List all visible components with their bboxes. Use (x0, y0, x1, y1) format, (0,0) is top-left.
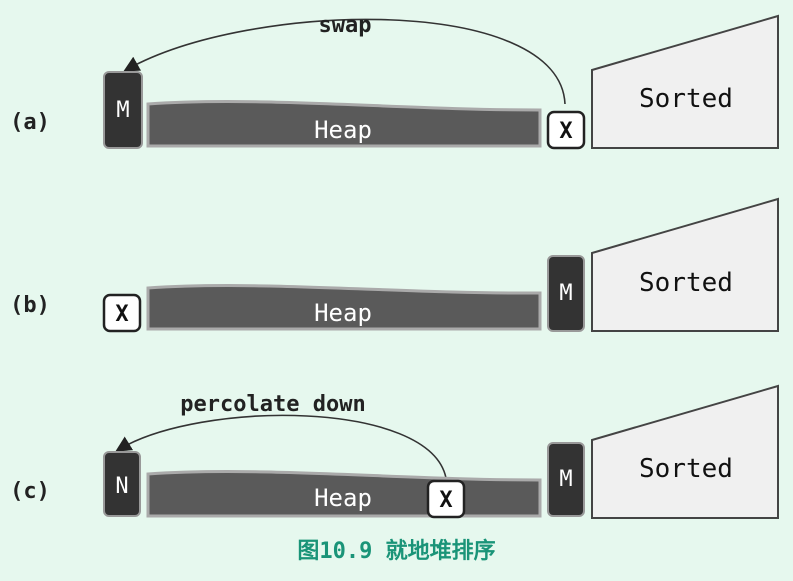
sorted-block-c (591, 384, 779, 519)
swap-note: swap (319, 13, 372, 38)
right-box-b-label: M (559, 281, 572, 306)
sorted-label-c: Sorted (639, 454, 733, 484)
diagram-canvas: (a) swap M Heap X Sorted (b) X Heap M So… (10, 13, 779, 519)
figure-caption: 图10.9 就地堆排序 (297, 539, 496, 564)
sorted-label-a: Sorted (639, 84, 733, 114)
sorted-label-b: Sorted (639, 268, 733, 298)
row-b-label: (b) (10, 293, 50, 318)
row-a: (a) swap M Heap X Sorted (10, 13, 779, 150)
row-a-label: (a) (10, 110, 50, 135)
left-box-a-label: M (116, 98, 129, 123)
heap-label-b: Heap (314, 299, 372, 327)
row-c: (c) percolate down N Heap X M Sorted (10, 384, 779, 519)
sorted-block-a (591, 14, 779, 149)
row-b: (b) X Heap M Sorted (10, 197, 779, 333)
left-box-c-label: N (115, 474, 128, 499)
heap-label-c: Heap (314, 484, 372, 512)
marker-box-c-label: X (439, 488, 452, 513)
marker-box-a-label: X (559, 119, 572, 144)
sorted-block-b (591, 197, 779, 332)
row-c-label: (c) (10, 479, 50, 504)
heap-sort-diagram: (a) swap M Heap X Sorted (b) X Heap M So… (0, 0, 793, 581)
percolate-arrow (115, 414, 447, 479)
heap-label-a: Heap (314, 116, 372, 144)
left-box-b-label: X (115, 302, 128, 327)
percolate-note: percolate down (180, 392, 365, 417)
right-box-c-label: M (559, 467, 572, 492)
